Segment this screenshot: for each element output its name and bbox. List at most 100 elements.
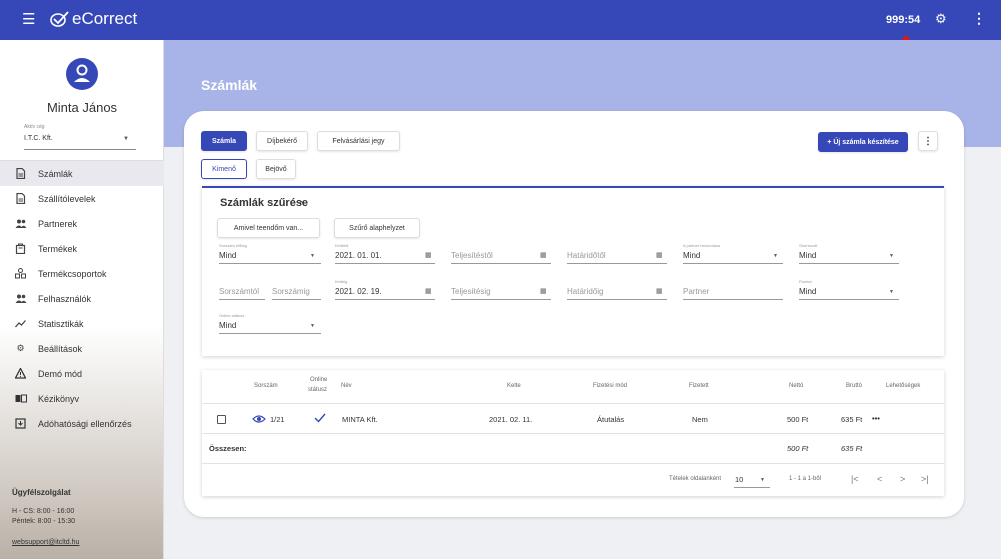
tab-szamla[interactable]: Számla (201, 131, 247, 151)
field-value: Mind (799, 287, 817, 296)
field-placeholder: Partner (683, 287, 710, 296)
col-header-options: Lehetőségek (886, 383, 921, 389)
col-header-online[interactable]: Online (310, 377, 327, 383)
first-page-icon[interactable]: |< (851, 474, 859, 484)
field-label: Keltétől (335, 243, 349, 248)
tab-felvasarlasi-jegy[interactable]: Felvásárlási jegy (317, 131, 400, 151)
last-page-icon[interactable]: >| (921, 474, 929, 484)
tab-kimeno[interactable]: Kimenő (201, 159, 247, 179)
sidebar-item-termekcsoportok[interactable]: Termékcsoportok (0, 261, 164, 286)
sidebar-item-adohatosagi-ellenorzes[interactable]: Adóhatósági ellenőrzés (0, 411, 164, 436)
col-header-paid[interactable]: Fizetett (689, 383, 709, 389)
col-header-online[interactable]: státusz (308, 387, 327, 393)
row-options-icon[interactable]: ••• (872, 414, 880, 423)
warning-icon (14, 367, 27, 379)
field-underline (219, 333, 321, 334)
field-underline (451, 299, 551, 300)
field-underline (272, 299, 321, 300)
people-icon (15, 218, 27, 229)
reset-filter-button[interactable]: Szűrő alaphelyzet (334, 218, 420, 238)
menu-icon[interactable]: ☰ (22, 12, 35, 27)
col-header-gross[interactable]: Bruttó (846, 383, 862, 389)
field-underline (683, 263, 783, 264)
filter-panel (202, 186, 944, 356)
new-invoice-button[interactable]: + Új számla készítése (818, 132, 908, 152)
user-icon (74, 64, 90, 82)
sidebar-item-label: Partnerek (38, 218, 78, 229)
groups-icon (15, 268, 26, 279)
top-bar: ☰ eCorrect 999:54 ⚙ ⋮ (0, 0, 1001, 40)
sidebar-item-beallitasok[interactable]: ⚙ Beállítások (0, 336, 164, 361)
field-value: Mind (683, 251, 701, 260)
field-underline (219, 263, 321, 264)
sidebar-item-demo-mod[interactable]: Demó mód (0, 361, 164, 386)
field-label: Online státusz (219, 313, 245, 318)
support-email-link[interactable]: websupport@itcltd.hu (12, 539, 79, 546)
calendar-icon: ▦ (656, 288, 663, 295)
quick-filter-button[interactable]: Amivel teendőm van... (217, 218, 320, 238)
sidebar-item-label: Szállítólevelek (38, 193, 96, 204)
col-header-net[interactable]: Nettó (789, 383, 803, 389)
app-name: eCorrect (72, 9, 138, 28)
calendar-icon: ▦ (540, 252, 547, 259)
tab-bejovo[interactable]: Bejövő (256, 159, 296, 179)
sidebar-item-label: Felhasználók (38, 293, 92, 304)
chevron-down-icon: ▼ (889, 253, 894, 259)
field-label: A partner besorolása (683, 243, 720, 248)
tab-dijbekero[interactable]: Díjbekérő (256, 131, 308, 151)
field-underline (683, 299, 783, 300)
field-placeholder: Teljesítésig (451, 287, 491, 296)
field-placeholder: Teljesítéstől (451, 251, 493, 260)
sidebar-item-label: Beállítások (38, 343, 83, 354)
chevron-down-icon: ▼ (889, 289, 894, 295)
row-name: MINTA Kft. (342, 415, 378, 424)
chevron-down-icon[interactable]: ▼ (123, 136, 129, 142)
col-header-date[interactable]: Kelte (507, 383, 521, 389)
checkmark-icon (314, 413, 326, 425)
document-icon (15, 192, 26, 205)
chart-icon (15, 318, 26, 329)
more-options-button[interactable]: ⋮ (918, 131, 938, 151)
sidebar-item-felhasznalok[interactable]: Felhasználók (0, 286, 164, 311)
kebab-icon[interactable]: ⋮ (972, 11, 986, 25)
sidebar-item-partnerek[interactable]: Partnerek (0, 211, 164, 236)
total-gross: 635 Ft (841, 444, 863, 453)
next-page-icon[interactable]: > (900, 474, 905, 484)
field-underline (567, 263, 667, 264)
row-checkbox[interactable] (217, 415, 226, 424)
field-underline (335, 299, 435, 300)
field-placeholder: Sorszámig (272, 287, 310, 296)
chevron-up-icon[interactable]: ⌃ (298, 200, 305, 209)
field-underline (734, 487, 770, 488)
per-page-value: 10 (735, 475, 744, 484)
prev-page-icon[interactable]: < (877, 474, 882, 484)
sidebar-item-szallitolevelek[interactable]: Szállítólevelek (0, 186, 164, 211)
sidebar-item-label: Demó mód (38, 368, 83, 379)
row-paid: Nem (692, 415, 708, 424)
col-header-payment-method[interactable]: Fizetési mód (593, 383, 627, 389)
eye-icon[interactable] (252, 414, 266, 426)
row-net: 500 Ft (787, 415, 809, 424)
field-underline (799, 263, 899, 264)
col-header-number[interactable]: Sorszám (254, 383, 278, 389)
document-icon (15, 167, 26, 180)
field-label: Stornózott (799, 243, 818, 248)
sidebar-item-statisztikak[interactable]: Statisztikák (0, 311, 164, 336)
field-underline (451, 263, 551, 264)
avatar[interactable] (66, 58, 98, 90)
app-logo[interactable]: eCorrect (49, 9, 137, 29)
gear-icon[interactable]: ⚙ (935, 12, 947, 25)
sidebar-item-kezikonyv[interactable]: Kézikönyv (0, 386, 164, 411)
calendar-icon: ▦ (425, 288, 432, 295)
divider (202, 463, 944, 464)
calendar-icon: ▦ (540, 288, 547, 295)
company-select[interactable]: I.T.C. Kft. (24, 135, 53, 142)
col-header-name[interactable]: Név (341, 383, 352, 389)
field-value: 2021. 01. 01. (335, 251, 382, 260)
field-placeholder: Határidőtől (567, 251, 606, 260)
divider (202, 433, 944, 434)
per-page-label: Tételek oldalanként (669, 476, 722, 482)
total-label: Összesen: (209, 444, 247, 453)
sidebar-item-termekek[interactable]: Termékek (0, 236, 164, 261)
sidebar-item-szamlak[interactable]: Számlák (0, 161, 164, 186)
